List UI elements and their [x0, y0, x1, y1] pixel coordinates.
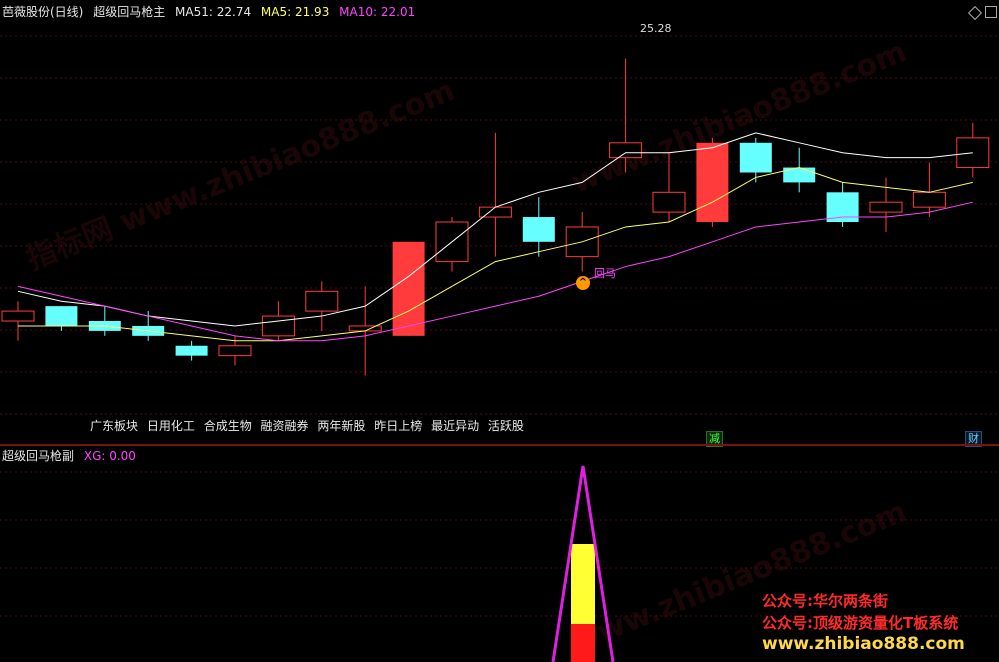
- up-arrow-icon[interactable]: ^: [576, 276, 590, 290]
- candle-body[interactable]: [175, 345, 208, 356]
- main-header: 芭薇股份(日线) 超级回马枪主 MA51: 22.74 MA5: 21.93 M…: [2, 2, 421, 22]
- candle-body[interactable]: [261, 315, 295, 337]
- candle-body[interactable]: [218, 345, 252, 357]
- sector-tag[interactable]: 广东板块: [90, 419, 138, 433]
- candle-body[interactable]: [869, 201, 903, 213]
- sector-tag[interactable]: 合成生物: [204, 419, 252, 433]
- candle-body[interactable]: [305, 290, 339, 312]
- candle-body[interactable]: [652, 191, 686, 213]
- sector-tag[interactable]: 昨日上榜: [374, 419, 422, 433]
- watermark-line-2: 公众号:顶级游资量化T板系统: [762, 614, 959, 632]
- sector-tag[interactable]: 两年新股: [317, 419, 365, 433]
- sub-indicator-name[interactable]: 超级回马枪副: [2, 449, 74, 463]
- sector-tag[interactable]: 日用化工: [147, 419, 195, 433]
- xg-bar-yellow: [571, 544, 595, 624]
- panel-divider[interactable]: [0, 444, 999, 446]
- candle-body[interactable]: [609, 142, 643, 159]
- stock-name[interactable]: 芭薇股份(日线): [2, 5, 83, 19]
- main-indicator-name[interactable]: 超级回马枪主: [93, 5, 165, 19]
- candle-body[interactable]: [739, 142, 772, 173]
- ma5-value: MA5: 21.93: [260, 5, 330, 19]
- peak-price-label: 25.28: [640, 22, 672, 35]
- sector-tag[interactable]: 活跃股: [488, 419, 524, 433]
- sector-tags: 广东板块 日用化工 合成生物 融资融券 两年新股 昨日上榜 最近异动 活跃股: [90, 417, 529, 434]
- watermark-line-3: www.zhibiao888.com: [762, 634, 965, 654]
- expand-icon[interactable]: [985, 6, 997, 18]
- candle-body[interactable]: [1, 310, 35, 322]
- stock-chart-window: 指标网 www.zhibiao888.com www.zhibiao888.co…: [0, 0, 999, 662]
- watermark-line-1: 公众号:华尔两条街: [762, 592, 888, 610]
- xg-bar-red: [571, 624, 595, 662]
- signal-label: 回马: [594, 267, 616, 280]
- candle-body[interactable]: [912, 191, 946, 208]
- candle-body[interactable]: [696, 142, 729, 222]
- ma10-value: MA10: 22.01: [339, 5, 416, 19]
- candle-body[interactable]: [522, 217, 555, 242]
- main-price-chart[interactable]: [0, 0, 999, 444]
- ma51-value: MA51: 22.74: [175, 5, 252, 19]
- sub-header: 超级回马枪副 XG: 0.00: [2, 446, 142, 466]
- xg-value: XG: 0.00: [83, 449, 136, 463]
- candle-body[interactable]: [392, 241, 425, 336]
- candle-body[interactable]: [348, 325, 382, 332]
- candle-body[interactable]: [45, 306, 78, 326]
- sector-tag[interactable]: 融资融券: [261, 419, 309, 433]
- sector-tag[interactable]: 最近异动: [431, 419, 479, 433]
